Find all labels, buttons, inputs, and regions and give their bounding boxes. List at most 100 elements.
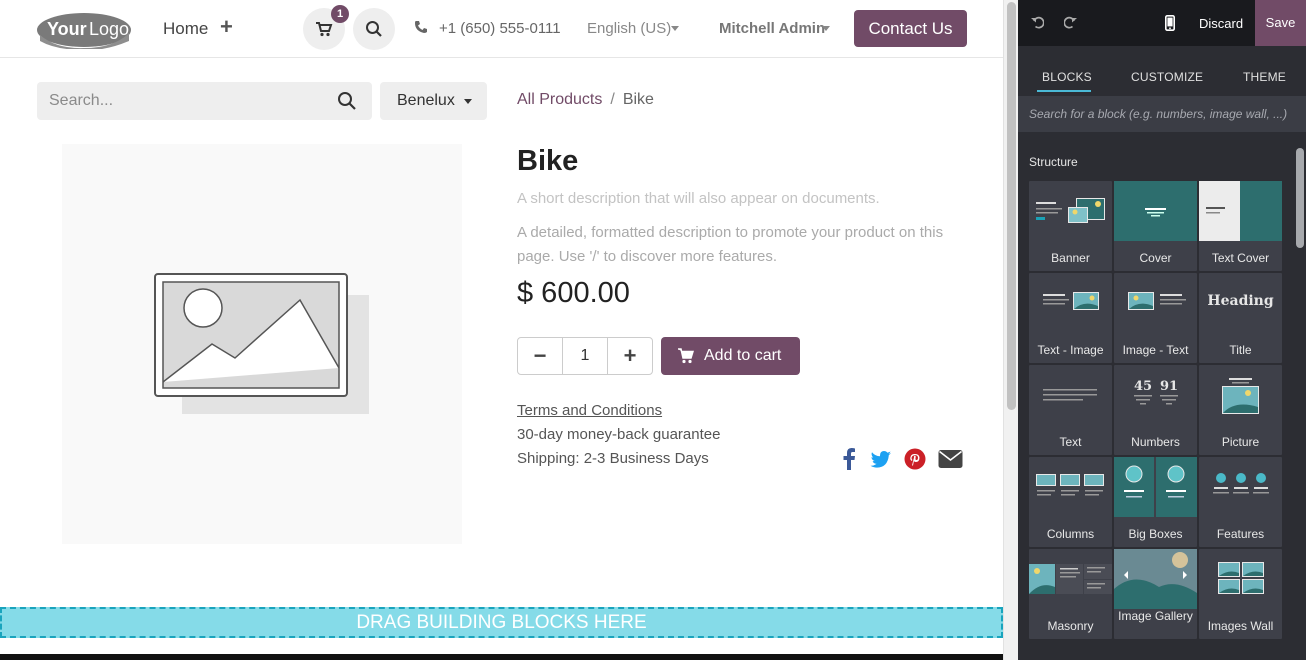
contact-us-button[interactable]: Contact Us [854, 10, 967, 47]
block-label: Title [1229, 343, 1252, 357]
add-to-cart-label: Add to cart [704, 347, 782, 364]
search-icon[interactable] [337, 91, 357, 111]
editor-scrollbar[interactable] [1293, 132, 1306, 660]
terms-link[interactable]: Terms and Conditions [517, 402, 662, 419]
product-short-description[interactable]: A short description that will also appea… [517, 190, 880, 207]
block-label: Numbers [1131, 435, 1180, 449]
breadcrumb: All Products / Bike [517, 91, 654, 109]
product-search-box [37, 82, 372, 120]
block-label: Cover [1139, 251, 1172, 265]
images-wall-thumbnail [1218, 562, 1264, 594]
numbers-thumbnail-b: 91 [1160, 379, 1178, 394]
discard-button[interactable]: Discard [1199, 16, 1243, 31]
picture-thumbnail [1222, 378, 1259, 414]
banner-thumbnail [1036, 198, 1105, 223]
website-scrollbar[interactable] [1003, 0, 1018, 660]
active-tab-indicator [1037, 90, 1091, 92]
search-button[interactable] [353, 8, 395, 50]
block-cover[interactable]: Cover [1114, 181, 1197, 271]
block-image-gallery[interactable]: Image Gallery [1114, 549, 1197, 639]
tab-customize[interactable]: CUSTOMIZE [1131, 70, 1203, 84]
site-footer [0, 654, 1003, 660]
title-thumbnail: Heading [1207, 293, 1273, 309]
block-search-input[interactable] [1018, 96, 1306, 132]
block-label: Features [1216, 527, 1265, 541]
columns-thumbnail [1036, 474, 1104, 496]
envelope-icon[interactable] [938, 448, 963, 470]
cart-icon [316, 22, 333, 37]
section-title-structure: Structure [1029, 155, 1078, 169]
save-button[interactable]: Save [1255, 0, 1306, 46]
block-text-image[interactable]: Text - Image [1029, 273, 1112, 363]
svg-text:Logo: Logo [89, 19, 129, 39]
cart-icon [678, 348, 694, 364]
block-picture[interactable]: Picture [1199, 365, 1282, 455]
block-label: Columns [1046, 527, 1095, 541]
block-big-boxes[interactable]: Big Boxes [1114, 457, 1197, 547]
website-preview: Your Logo Home + 1 +1 (650) 555-0111 Eng… [0, 0, 1003, 660]
guarantee-text: 30-day money-back guarantee [517, 426, 721, 443]
chevron-down-icon [671, 26, 679, 31]
block-label: Text Cover [1211, 251, 1270, 265]
block-masonry[interactable]: Masonry [1029, 549, 1112, 639]
features-thumbnail [1213, 473, 1269, 494]
block-title[interactable]: Heading Title [1199, 273, 1282, 363]
nav-home-link[interactable]: Home [163, 19, 208, 39]
logo[interactable]: Your Logo [36, 11, 132, 49]
text-cover-thumbnail [1199, 181, 1282, 241]
block-image-text[interactable]: Image - Text [1114, 273, 1197, 363]
tab-theme[interactable]: THEME [1243, 70, 1286, 84]
add-to-cart-button[interactable]: Add to cart [661, 337, 800, 375]
editor-scrollbar-thumb[interactable] [1296, 148, 1304, 248]
product-price: $ 600.00 [517, 277, 630, 309]
phone-icon [415, 21, 427, 33]
search-icon [366, 21, 382, 37]
block-label: Big Boxes [1128, 527, 1183, 541]
block-label: Text - Image [1037, 343, 1104, 357]
add-menu-item-icon[interactable]: + [220, 14, 233, 40]
drag-building-blocks-dropzone[interactable]: DRAG BUILDING BLOCKS HERE [0, 607, 1003, 638]
pricelist-dropdown[interactable]: Benelux [380, 82, 487, 120]
facebook-icon[interactable] [842, 448, 856, 470]
breadcrumb-separator: / [610, 91, 615, 108]
phone-number[interactable]: +1 (650) 555-0111 [439, 20, 561, 37]
twitter-icon[interactable] [870, 448, 892, 470]
product-search-input[interactable] [37, 82, 327, 120]
block-numbers[interactable]: 45 91 Numbers [1114, 365, 1197, 455]
undo-icon[interactable] [1030, 15, 1044, 29]
block-search-box [1018, 96, 1306, 132]
block-features[interactable]: Features [1199, 457, 1282, 547]
image-placeholder-icon [154, 273, 369, 414]
tab-blocks[interactable]: BLOCKS [1042, 70, 1092, 84]
big-boxes-thumbnail [1114, 457, 1197, 517]
svg-text:Your: Your [47, 19, 87, 39]
website-scrollbar-thumb[interactable] [1007, 2, 1016, 410]
quantity-plus-button[interactable]: + [607, 338, 652, 374]
user-menu[interactable]: Mitchell Admin [719, 20, 825, 37]
block-columns[interactable]: Columns [1029, 457, 1112, 547]
product-long-description[interactable]: A detailed, formatted description to pro… [517, 221, 957, 269]
language-selector[interactable]: English (US) [587, 20, 671, 37]
product-title[interactable]: Bike [517, 145, 578, 178]
numbers-thumbnail-a: 45 [1134, 379, 1152, 394]
quantity-input[interactable]: 1 [564, 338, 606, 374]
mobile-preview-icon[interactable] [1165, 15, 1175, 31]
title-thumbnail-text: Heading [1207, 293, 1273, 309]
block-text-cover[interactable]: Text Cover [1199, 181, 1282, 271]
editor-tabs: BLOCKS CUSTOMIZE THEME [1018, 46, 1306, 96]
breadcrumb-all-products[interactable]: All Products [517, 91, 602, 108]
block-label: Text [1059, 435, 1082, 449]
breadcrumb-current: Bike [622, 91, 654, 108]
pinterest-icon[interactable] [904, 448, 926, 470]
block-label: Image Gallery [1118, 609, 1193, 623]
text-thumbnail [1043, 389, 1097, 401]
block-images-wall[interactable]: Images Wall [1199, 549, 1282, 639]
quantity-minus-button[interactable]: − [518, 338, 563, 374]
block-text[interactable]: Text [1029, 365, 1112, 455]
site-header: Your Logo Home + 1 +1 (650) 555-0111 Eng… [0, 0, 1003, 58]
redo-icon[interactable] [1064, 15, 1078, 29]
chevron-down-icon [464, 99, 472, 104]
product-image[interactable] [62, 144, 462, 544]
cart-count-badge: 1 [331, 5, 349, 23]
block-banner[interactable]: Banner [1029, 181, 1112, 271]
